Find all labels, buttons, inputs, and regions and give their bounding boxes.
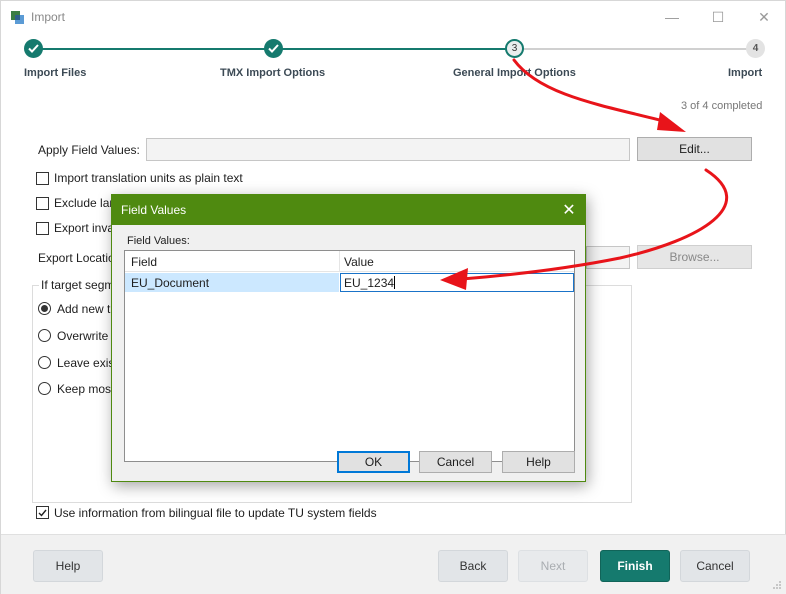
step-1-check-icon (24, 39, 43, 58)
overwrite-radio[interactable] (38, 329, 51, 342)
bilingual-label: Use information from bilingual file to u… (54, 506, 377, 520)
bilingual-checkbox[interactable] (36, 506, 49, 519)
dialog-body: Field Values: Field Value EU_Document EU… (112, 225, 585, 481)
export-location-label: Export Locatio (38, 251, 115, 265)
close-button[interactable]: ✕ (741, 1, 786, 33)
checkmark-icon (38, 509, 47, 517)
minimize-button[interactable]: — (649, 1, 695, 33)
plain-text-label: Import translation units as plain text (54, 171, 243, 185)
exclude-checkbox[interactable] (36, 197, 49, 210)
field-values-grid[interactable]: Field Value EU_Document EU_1234 (124, 250, 575, 462)
keep-most-radio[interactable] (38, 382, 51, 395)
dialog-cancel-button[interactable]: Cancel (419, 451, 492, 473)
field-values-dialog: Field Values ✕ Field Values: Field Value… (111, 194, 586, 482)
dialog-ok-button[interactable]: OK (337, 451, 410, 473)
edit-button[interactable]: Edit... (637, 137, 752, 161)
add-new-label: Add new tr (57, 302, 115, 316)
export-invalid-checkbox[interactable] (36, 222, 49, 235)
next-button[interactable]: Next (518, 550, 588, 582)
window-title: Import (31, 10, 66, 24)
overwrite-label: Overwrite e (57, 329, 119, 343)
step-3-indicator: 3 (505, 39, 524, 58)
leave-existing-label: Leave exist (57, 356, 118, 370)
step-2-check-icon (264, 39, 283, 58)
dialog-help-button[interactable]: Help (502, 451, 575, 473)
plain-text-checkbox[interactable] (36, 172, 49, 185)
field-values-list-label: Field Values: (127, 235, 190, 247)
export-invalid-label: Export inva (54, 221, 115, 235)
finish-button[interactable]: Finish (600, 550, 670, 582)
browse-button[interactable]: Browse... (637, 245, 752, 269)
apply-field-values-field[interactable] (146, 138, 630, 161)
step-2-label: TMX Import Options (220, 67, 326, 79)
dialog-title-bar: Field Values ✕ (112, 195, 585, 225)
field-cell[interactable]: EU_Document (125, 273, 339, 292)
maximize-button[interactable]: ☐ (695, 1, 741, 33)
stepper-remaining-line (514, 48, 755, 50)
resize-grip-icon[interactable] (772, 580, 782, 590)
step-4-label: Import (728, 67, 763, 79)
table-row[interactable]: EU_Document EU_1234 (125, 273, 574, 292)
app-icon (11, 11, 24, 24)
text-caret (394, 276, 396, 289)
dialog-close-icon[interactable]: ✕ (553, 195, 585, 225)
step-3-label: General Import Options (453, 67, 576, 79)
target-segment-group-title: If target segm (39, 278, 117, 292)
column-separator[interactable] (339, 251, 340, 272)
add-new-radio[interactable] (38, 302, 51, 315)
export-location-field[interactable] (586, 246, 630, 269)
dialog-title: Field Values (121, 203, 187, 217)
value-cell-text: EU_1234 (344, 276, 395, 290)
exclude-label: Exclude lan (54, 196, 117, 210)
cancel-button[interactable]: Cancel (680, 550, 750, 582)
leave-existing-radio[interactable] (38, 356, 51, 369)
step-4-indicator: 4 (746, 39, 765, 58)
grid-header: Field Value (125, 251, 574, 272)
column-header-field[interactable]: Field (131, 255, 157, 269)
progress-text: 3 of 4 completed (681, 100, 763, 112)
help-button[interactable]: Help (33, 550, 103, 582)
apply-field-values-label: Apply Field Values: (38, 143, 140, 157)
value-cell-editor[interactable]: EU_1234 (340, 273, 574, 292)
column-header-value[interactable]: Value (344, 255, 374, 269)
back-button[interactable]: Back (438, 550, 508, 582)
title-bar: Import — ☐ ✕ (1, 1, 786, 33)
keep-most-label: Keep most (57, 382, 115, 396)
step-1-label: Import Files (24, 67, 87, 79)
